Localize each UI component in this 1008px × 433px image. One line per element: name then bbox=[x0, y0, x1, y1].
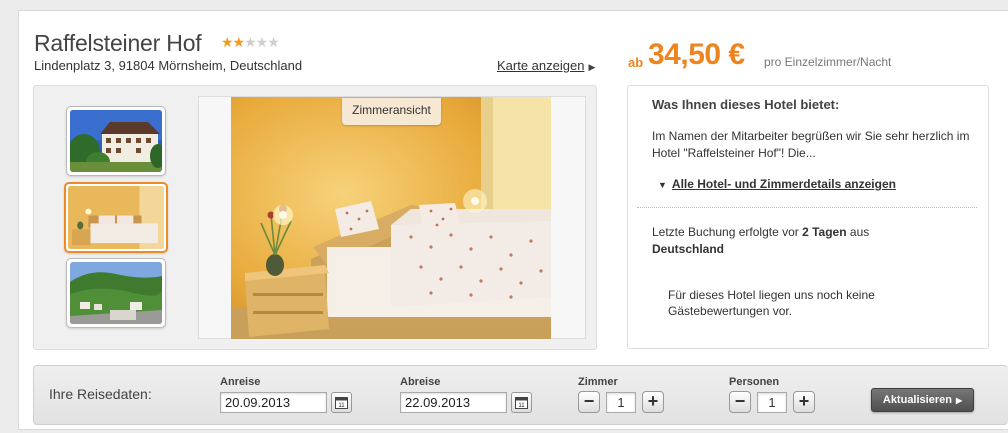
arrival-date-input[interactable]: 20.09.2013 bbox=[220, 392, 327, 413]
arrow-right-icon: ▶ bbox=[588, 62, 596, 72]
travel-dates-label: Ihre Reisedaten: bbox=[49, 386, 152, 402]
price-prefix: ab bbox=[628, 55, 644, 70]
room-photo bbox=[68, 186, 164, 249]
rooms-label: Zimmer bbox=[578, 376, 618, 388]
update-button-label: Aktualisieren bbox=[882, 394, 952, 406]
calendar-icon[interactable]: 11 bbox=[331, 392, 352, 413]
details-link-label: Alle Hotel- und Zimmerdetails anzeigen bbox=[671, 177, 896, 191]
rooms-minus-button[interactable]: − bbox=[578, 391, 600, 413]
rooms-input[interactable]: 1 bbox=[606, 392, 636, 413]
departure-label: Abreise bbox=[400, 376, 441, 388]
arrow-right-icon: ▶ bbox=[955, 396, 963, 405]
price-unit: pro Einzelzimmer/Nacht bbox=[764, 55, 892, 69]
star-empty-icon: ★★★ bbox=[244, 34, 280, 50]
show-map-label: Karte anzeigen bbox=[497, 58, 585, 73]
price-value: 34,50 € bbox=[648, 38, 745, 71]
last-booking-note: Letzte Buchung erfolgte vor 2 Tagen aus D… bbox=[652, 224, 972, 258]
persons-input[interactable]: 1 bbox=[757, 392, 787, 413]
landscape-photo bbox=[70, 262, 162, 324]
reviews-note: Für dieses Hotel liegen uns noch keine G… bbox=[668, 288, 875, 318]
booking-time: 2 Tagen bbox=[802, 225, 847, 239]
star-rating: ★★★★★ bbox=[221, 34, 280, 51]
photo-caption: Zimmeransicht bbox=[342, 98, 441, 125]
booking-country: Deutschland bbox=[652, 242, 725, 256]
info-description: Im Namen der Mitarbeiter begrüßen wir Si… bbox=[652, 129, 970, 160]
divider bbox=[637, 207, 977, 208]
show-map-link[interactable]: Karte anzeigen ▶ bbox=[497, 58, 595, 73]
calendar-day: 11 bbox=[518, 403, 525, 409]
arrival-label: Anreise bbox=[220, 376, 261, 388]
update-button[interactable]: Aktualisieren ▶ bbox=[871, 388, 974, 412]
triangle-down-icon: ▼ bbox=[658, 180, 667, 190]
hotel-details-link[interactable]: ▼ Alle Hotel- und Zimmerdetails anzeigen bbox=[658, 177, 896, 191]
thumbnail-landscape[interactable] bbox=[66, 258, 166, 328]
hotel-address: Lindenplatz 3, 91804 Mörnsheim, Deutschl… bbox=[34, 58, 303, 73]
persons-label: Personen bbox=[729, 376, 780, 388]
hotel-name[interactable]: Raffelsteiner Hof bbox=[34, 30, 202, 57]
exterior-photo bbox=[70, 110, 162, 172]
room-main-photo[interactable] bbox=[231, 97, 551, 339]
calendar-day: 11 bbox=[338, 403, 345, 409]
persons-plus-button[interactable]: + bbox=[793, 391, 815, 413]
rooms-plus-button[interactable]: + bbox=[642, 391, 664, 413]
departure-date-input[interactable]: 22.09.2013 bbox=[400, 392, 507, 413]
persons-minus-button[interactable]: − bbox=[729, 391, 751, 413]
thumbnail-exterior[interactable] bbox=[66, 106, 166, 176]
calendar-icon[interactable]: 11 bbox=[511, 392, 532, 413]
booking-middle: aus bbox=[846, 225, 870, 239]
star-filled-icon: ★★ bbox=[221, 34, 245, 50]
thumbnail-room[interactable] bbox=[64, 182, 168, 253]
booking-prefix: Letzte Buchung erfolgte vor bbox=[652, 225, 803, 239]
info-title: Was Ihnen dieses Hotel bietet: bbox=[652, 97, 840, 112]
